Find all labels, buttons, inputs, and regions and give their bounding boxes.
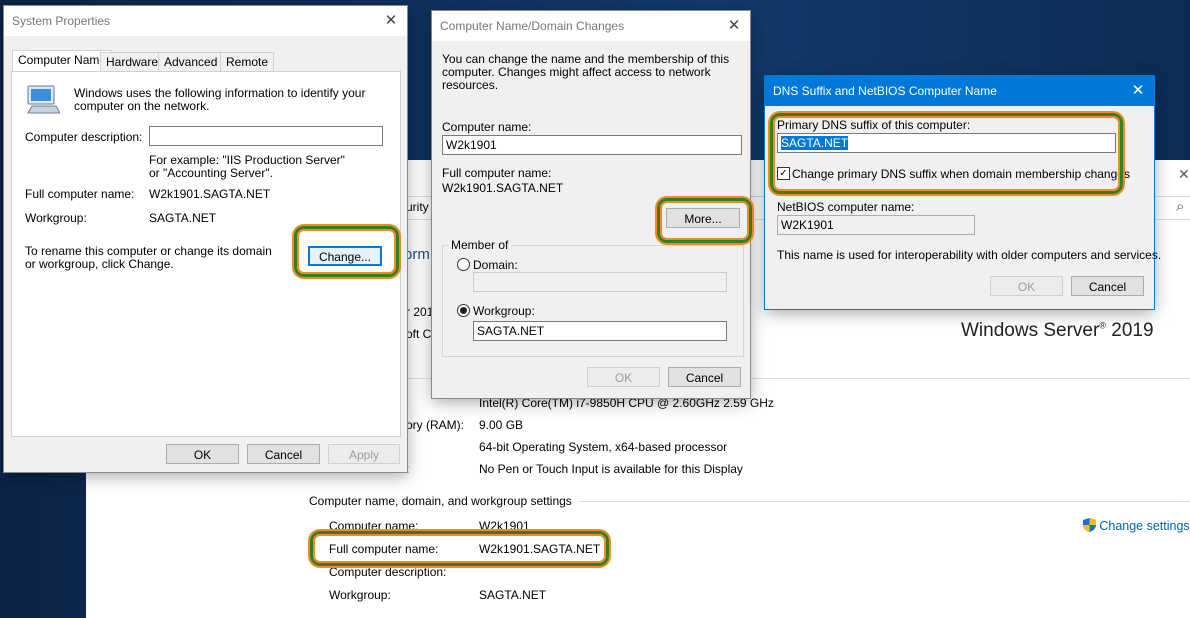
highlight-change-button bbox=[294, 226, 399, 277]
workgroup-label: Workgroup: bbox=[473, 304, 535, 318]
interop-note: This name is used for interoperability w… bbox=[777, 248, 1162, 262]
title-bar[interactable]: Computer Name/Domain Changes ✕ bbox=[432, 11, 750, 41]
ok-button[interactable]: OK bbox=[990, 276, 1063, 296]
window-title: DNS Suffix and NetBIOS Computer Name bbox=[773, 84, 997, 98]
close-icon[interactable]: ✕ bbox=[1178, 166, 1190, 183]
processor-value: Intel(R) Core(TM) i7-9850H CPU @ 2.60GHz… bbox=[479, 396, 774, 410]
workgroup-value: SAGTA.NET bbox=[149, 211, 217, 225]
windows-version: 2019 bbox=[1111, 320, 1154, 341]
domain-radio[interactable] bbox=[457, 258, 470, 271]
change-settings-link[interactable]: Change settings bbox=[1083, 518, 1190, 533]
tab-remote[interactable]: Remote bbox=[220, 52, 275, 72]
search-icon[interactable]: ⌕ bbox=[1176, 198, 1184, 215]
ram-label: ory (RAM): bbox=[406, 418, 464, 432]
cancel-button[interactable]: Cancel bbox=[247, 444, 320, 464]
cancel-button[interactable]: Cancel bbox=[668, 367, 741, 387]
change-settings-label[interactable]: Change settings bbox=[1099, 519, 1189, 533]
window-title: Computer Name/Domain Changes bbox=[440, 19, 625, 33]
full-name-label: Full computer name: bbox=[25, 187, 135, 201]
window-title: System Properties bbox=[12, 14, 111, 28]
computer-description-input[interactable] bbox=[149, 126, 383, 146]
highlight-dns-suffix-area bbox=[770, 113, 1123, 194]
tab-hardware[interactable]: Hardware bbox=[100, 52, 165, 72]
highlight-full-computer-name bbox=[310, 531, 609, 566]
partial-info-heading: orm bbox=[404, 246, 430, 263]
intro-text: You can change the name and the membersh… bbox=[442, 52, 730, 92]
computer-name-label: Computer name: bbox=[442, 120, 532, 134]
rename-text: To rename this computer or change its do… bbox=[25, 244, 272, 271]
partial-microsoft-text: oft C bbox=[406, 327, 432, 341]
full-name-value: W2k1901.SAGTA.NET bbox=[149, 187, 271, 201]
domain-label: Domain: bbox=[473, 258, 518, 272]
windows-brand: Windows Server bbox=[961, 320, 1100, 341]
apply-button[interactable]: Apply bbox=[328, 444, 400, 464]
intro-text: Windows uses the following information t… bbox=[74, 86, 366, 113]
ram-value: 9.00 GB bbox=[479, 418, 524, 432]
title-bar[interactable]: System Properties ✕ bbox=[4, 6, 407, 36]
section-title: Computer name, domain, and workgroup set… bbox=[309, 494, 572, 508]
workgroup-value: SAGTA.NET bbox=[479, 588, 547, 602]
workgroup-label: Workgroup: bbox=[329, 588, 391, 602]
computer-name-input[interactable]: W2k1901 bbox=[442, 135, 742, 155]
full-name-label: Full computer name: bbox=[442, 166, 552, 180]
workgroup-input[interactable]: SAGTA.NET bbox=[473, 321, 727, 341]
computer-icon bbox=[27, 85, 60, 114]
example-text: For example: "IIS Production Server" or … bbox=[149, 153, 345, 180]
close-icon[interactable]: ✕ bbox=[722, 15, 746, 37]
netbios-label: NetBIOS computer name: bbox=[777, 200, 915, 214]
workgroup-label: Workgroup: bbox=[25, 211, 87, 225]
tab-advanced[interactable]: Advanced bbox=[158, 52, 224, 72]
workgroup-radio[interactable] bbox=[457, 304, 470, 317]
registered-mark: ® bbox=[1099, 320, 1106, 331]
windows-server-logo: Windows Server® 2019 bbox=[961, 320, 1154, 342]
netbios-field: W2K1901 bbox=[777, 215, 975, 235]
description-label: Computer description: bbox=[25, 130, 143, 144]
full-name-value: W2k1901.SAGTA.NET bbox=[442, 181, 564, 195]
pen-value: No Pen or Touch Input is available for t… bbox=[479, 462, 743, 476]
highlight-more-button bbox=[657, 198, 752, 243]
partial-year-text: r 201 bbox=[406, 305, 434, 319]
partial-security-text: urity bbox=[406, 200, 429, 214]
description-label: Computer description: bbox=[329, 565, 447, 579]
close-icon[interactable]: ✕ bbox=[1126, 80, 1150, 102]
section-divider bbox=[579, 501, 1190, 502]
tab-computer-name[interactable]: Computer Name bbox=[12, 50, 113, 72]
cancel-button[interactable]: Cancel bbox=[1071, 276, 1144, 296]
shield-icon bbox=[1083, 518, 1096, 532]
domain-input[interactable] bbox=[473, 272, 727, 292]
member-of-label: Member of bbox=[448, 238, 512, 252]
close-icon[interactable]: ✕ bbox=[379, 10, 403, 32]
ok-button[interactable]: OK bbox=[166, 444, 239, 464]
system-type-value: 64-bit Operating System, x64-based proce… bbox=[479, 440, 728, 454]
title-bar[interactable]: DNS Suffix and NetBIOS Computer Name ✕ bbox=[765, 76, 1154, 106]
ok-button[interactable]: OK bbox=[587, 367, 660, 387]
